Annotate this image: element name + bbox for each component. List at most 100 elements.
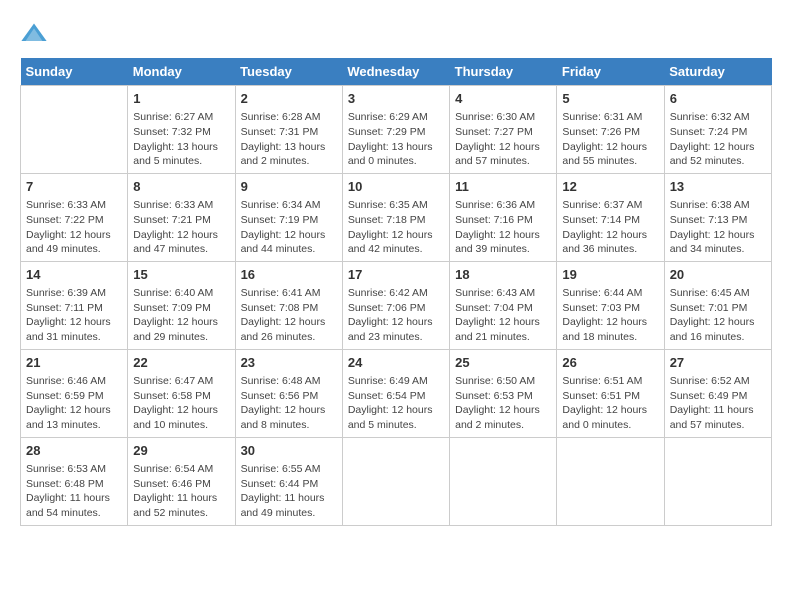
day-info: Sunrise: 6:38 AM Sunset: 7:13 PM Dayligh… [670,198,766,257]
day-number: 19 [562,266,658,284]
calendar-cell: 1 Sunrise: 6:27 AM Sunset: 7:32 PM Daylig… [128,86,235,174]
week-row-5: 28Sunrise: 6:53 AM Sunset: 6:48 PM Dayli… [21,437,772,525]
page-header [20,20,772,48]
day-number: 16 [241,266,337,284]
calendar-cell: 6 Sunrise: 6:32 AM Sunset: 7:24 PM Daylig… [664,86,771,174]
day-info: Sunrise: 6:35 AM Sunset: 7:18 PM Dayligh… [348,198,444,257]
calendar-cell: 28Sunrise: 6:53 AM Sunset: 6:48 PM Dayli… [21,437,128,525]
column-header-thursday: Thursday [450,58,557,86]
day-info: Sunrise: 6:29 AM Sunset: 7:29 PM Dayligh… [348,110,444,169]
calendar-cell: 29 Sunrise: 6:54 AM Sunset: 6:46 PM Dayli… [128,437,235,525]
day-info: Sunrise: 6:50 AM Sunset: 6:53 PM Dayligh… [455,374,551,433]
day-info: Sunrise: 6:40 AM Sunset: 7:09 PM Dayligh… [133,286,229,345]
week-row-3: 14Sunrise: 6:39 AM Sunset: 7:11 PM Dayli… [21,261,772,349]
day-info: Sunrise: 6:27 AM Sunset: 7:32 PM Dayligh… [133,110,229,169]
calendar-cell: 21 Sunrise: 6:46 AM Sunset: 6:59 PM Dayli… [21,349,128,437]
day-number: 8 [133,178,229,196]
day-info: Sunrise: 6:31 AM Sunset: 7:26 PM Dayligh… [562,110,658,169]
day-info: Sunrise: 6:47 AM Sunset: 6:58 PM Dayligh… [133,374,229,433]
calendar-cell: 9Sunrise: 6:34 AM Sunset: 7:19 PM Daylig… [235,173,342,261]
day-number: 7 [26,178,122,196]
day-info: Sunrise: 6:55 AM Sunset: 6:44 PM Dayligh… [241,462,337,521]
day-info: Sunrise: 6:51 AM Sunset: 6:51 PM Dayligh… [562,374,658,433]
day-info: Sunrise: 6:53 AM Sunset: 6:48 PM Dayligh… [26,462,122,521]
day-info: Sunrise: 6:33 AM Sunset: 7:22 PM Dayligh… [26,198,122,257]
day-info: Sunrise: 6:45 AM Sunset: 7:01 PM Dayligh… [670,286,766,345]
column-header-tuesday: Tuesday [235,58,342,86]
calendar-cell: 12 Sunrise: 6:37 AM Sunset: 7:14 PM Dayli… [557,173,664,261]
calendar-cell [664,437,771,525]
calendar-cell: 11 Sunrise: 6:36 AM Sunset: 7:16 PM Dayli… [450,173,557,261]
day-number: 25 [455,354,551,372]
day-number: 23 [241,354,337,372]
calendar-cell: 8 Sunrise: 6:33 AM Sunset: 7:21 PM Daylig… [128,173,235,261]
week-row-2: 7 Sunrise: 6:33 AM Sunset: 7:22 PM Daylig… [21,173,772,261]
day-number: 13 [670,178,766,196]
calendar-cell: 22 Sunrise: 6:47 AM Sunset: 6:58 PM Dayli… [128,349,235,437]
day-number: 26 [562,354,658,372]
day-number: 6 [670,90,766,108]
day-number: 20 [670,266,766,284]
day-info: Sunrise: 6:52 AM Sunset: 6:49 PM Dayligh… [670,374,766,433]
day-info: Sunrise: 6:37 AM Sunset: 7:14 PM Dayligh… [562,198,658,257]
calendar-cell: 27 Sunrise: 6:52 AM Sunset: 6:49 PM Dayli… [664,349,771,437]
calendar-cell: 3Sunrise: 6:29 AM Sunset: 7:29 PM Daylig… [342,86,449,174]
calendar-cell: 19 Sunrise: 6:44 AM Sunset: 7:03 PM Dayli… [557,261,664,349]
day-info: Sunrise: 6:32 AM Sunset: 7:24 PM Dayligh… [670,110,766,169]
day-number: 11 [455,178,551,196]
day-info: Sunrise: 6:54 AM Sunset: 6:46 PM Dayligh… [133,462,229,521]
day-info: Sunrise: 6:28 AM Sunset: 7:31 PM Dayligh… [241,110,337,169]
day-number: 4 [455,90,551,108]
calendar-cell: 2 Sunrise: 6:28 AM Sunset: 7:31 PM Daylig… [235,86,342,174]
day-info: Sunrise: 6:49 AM Sunset: 6:54 PM Dayligh… [348,374,444,433]
calendar-cell: 7 Sunrise: 6:33 AM Sunset: 7:22 PM Daylig… [21,173,128,261]
day-info: Sunrise: 6:30 AM Sunset: 7:27 PM Dayligh… [455,110,551,169]
day-number: 15 [133,266,229,284]
day-info: Sunrise: 6:33 AM Sunset: 7:21 PM Dayligh… [133,198,229,257]
day-number: 21 [26,354,122,372]
day-number: 9 [241,178,337,196]
calendar-cell: 30 Sunrise: 6:55 AM Sunset: 6:44 PM Dayli… [235,437,342,525]
calendar-cell: 23 Sunrise: 6:48 AM Sunset: 6:56 PM Dayli… [235,349,342,437]
day-number: 12 [562,178,658,196]
day-info: Sunrise: 6:43 AM Sunset: 7:04 PM Dayligh… [455,286,551,345]
calendar-cell: 4 Sunrise: 6:30 AM Sunset: 7:27 PM Daylig… [450,86,557,174]
calendar-cell [450,437,557,525]
column-header-saturday: Saturday [664,58,771,86]
week-row-1: 1 Sunrise: 6:27 AM Sunset: 7:32 PM Daylig… [21,86,772,174]
day-info: Sunrise: 6:48 AM Sunset: 6:56 PM Dayligh… [241,374,337,433]
column-header-sunday: Sunday [21,58,128,86]
calendar-cell: 18Sunrise: 6:43 AM Sunset: 7:04 PM Dayli… [450,261,557,349]
day-number: 27 [670,354,766,372]
day-number: 17 [348,266,444,284]
day-info: Sunrise: 6:46 AM Sunset: 6:59 PM Dayligh… [26,374,122,433]
calendar-cell: 14Sunrise: 6:39 AM Sunset: 7:11 PM Dayli… [21,261,128,349]
day-info: Sunrise: 6:42 AM Sunset: 7:06 PM Dayligh… [348,286,444,345]
day-info: Sunrise: 6:36 AM Sunset: 7:16 PM Dayligh… [455,198,551,257]
day-number: 22 [133,354,229,372]
calendar-cell: 15 Sunrise: 6:40 AM Sunset: 7:09 PM Dayli… [128,261,235,349]
calendar-cell: 5 Sunrise: 6:31 AM Sunset: 7:26 PM Daylig… [557,86,664,174]
calendar-cell: 25 Sunrise: 6:50 AM Sunset: 6:53 PM Dayli… [450,349,557,437]
calendar-cell: 17 Sunrise: 6:42 AM Sunset: 7:06 PM Dayli… [342,261,449,349]
day-number: 24 [348,354,444,372]
day-number: 5 [562,90,658,108]
calendar-cell [557,437,664,525]
day-number: 2 [241,90,337,108]
day-info: Sunrise: 6:44 AM Sunset: 7:03 PM Dayligh… [562,286,658,345]
column-header-monday: Monday [128,58,235,86]
header-row: SundayMondayTuesdayWednesdayThursdayFrid… [21,58,772,86]
day-number: 1 [133,90,229,108]
week-row-4: 21 Sunrise: 6:46 AM Sunset: 6:59 PM Dayli… [21,349,772,437]
calendar-cell [342,437,449,525]
day-number: 10 [348,178,444,196]
calendar-cell: 20 Sunrise: 6:45 AM Sunset: 7:01 PM Dayli… [664,261,771,349]
logo [20,20,50,48]
column-header-friday: Friday [557,58,664,86]
day-info: Sunrise: 6:41 AM Sunset: 7:08 PM Dayligh… [241,286,337,345]
day-number: 14 [26,266,122,284]
day-number: 30 [241,442,337,460]
logo-icon [20,20,48,48]
day-number: 29 [133,442,229,460]
calendar-cell: 26 Sunrise: 6:51 AM Sunset: 6:51 PM Dayli… [557,349,664,437]
